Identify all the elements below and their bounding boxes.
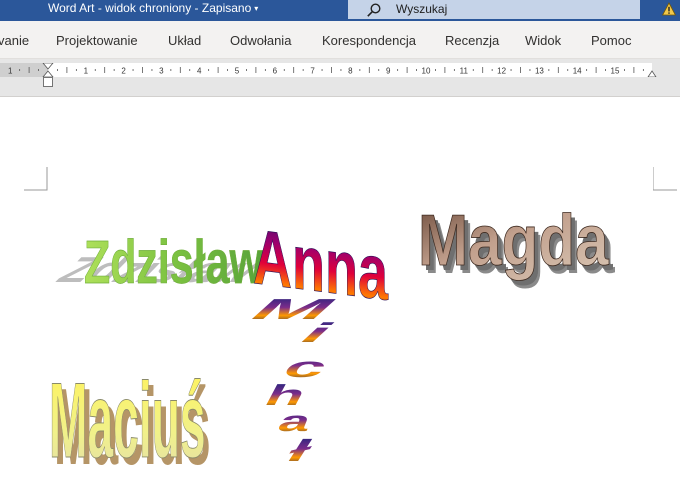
tab-pomoc[interactable]: Pomoc bbox=[591, 33, 631, 48]
document-name: Word Art bbox=[48, 1, 95, 15]
ruler-label: 6 bbox=[273, 67, 278, 76]
ribbon-tabs: vanie Projektowanie Układ Odwołania Kore… bbox=[0, 21, 680, 59]
search-placeholder: Wyszukaj bbox=[396, 2, 448, 16]
title-bar: Word Art - widok chroniony - Zapisano ▾ W… bbox=[0, 0, 680, 21]
horizontal-ruler[interactable]: 1 1 2 3 4 5 6 7 8 9 10 11 12 13 14 15 bbox=[0, 63, 658, 77]
ruler-label: 8 bbox=[348, 67, 353, 76]
ruler-label: 5 bbox=[235, 67, 240, 76]
tab-recenzja[interactable]: Recenzja bbox=[445, 33, 499, 48]
warning-icon[interactable] bbox=[662, 2, 676, 16]
chevron-down-icon[interactable]: ▾ bbox=[254, 4, 258, 13]
ruler-label: 13 bbox=[535, 67, 544, 76]
left-indent-icon[interactable] bbox=[43, 77, 53, 87]
wordart-michal[interactable]: M i c h a ł bbox=[239, 293, 349, 468]
tab-widok[interactable]: Widok bbox=[525, 33, 561, 48]
ruler-label: 11 bbox=[460, 67, 469, 76]
wordart-michal-letter: c bbox=[276, 351, 336, 384]
document-page[interactable]: Zdzisław Zdzisław Anna Magda Magda Magda… bbox=[0, 97, 680, 502]
ruler-label: 14 bbox=[573, 67, 582, 76]
tab-wstawianie[interactable]: vanie bbox=[0, 33, 29, 48]
tab-odwolania[interactable]: Odwołania bbox=[230, 33, 291, 48]
wordart-canvas: Zdzisław Zdzisław Anna Magda Magda Magda… bbox=[46, 200, 615, 487]
wordart-macius[interactable]: Maciuś bbox=[49, 362, 206, 481]
ruler-label: 9 bbox=[386, 67, 391, 76]
ruler-label: 1 bbox=[8, 67, 13, 76]
search-icon bbox=[367, 3, 381, 17]
view-mode: widok chroniony bbox=[105, 1, 192, 15]
save-status: Zapisano bbox=[201, 1, 252, 15]
wordart-magda[interactable]: Magda bbox=[418, 200, 610, 282]
tab-uklad[interactable]: Układ bbox=[168, 33, 201, 48]
ruler-label: 1 bbox=[84, 67, 89, 76]
tab-projektowanie[interactable]: Projektowanie bbox=[56, 33, 138, 48]
window-title[interactable]: Word Art - widok chroniony - Zapisano ▾ bbox=[48, 1, 258, 15]
wordart-michal-letter: ł bbox=[280, 433, 321, 467]
tab-korespondencja[interactable]: Korespondencja bbox=[322, 33, 416, 48]
ruler-area: 1 1 2 3 4 5 6 7 8 9 10 11 12 13 14 15 bbox=[0, 59, 680, 97]
ruler-label: 2 bbox=[121, 67, 126, 76]
ruler-label: 7 bbox=[310, 67, 315, 76]
ruler-label: 12 bbox=[497, 67, 506, 76]
wordart-zdzislaw[interactable]: Zdzisław bbox=[84, 228, 264, 297]
ruler-label: 10 bbox=[422, 67, 431, 76]
ruler-label: 15 bbox=[611, 67, 620, 76]
ruler-label: 3 bbox=[159, 67, 164, 76]
ruler-label: 4 bbox=[197, 67, 202, 76]
search-box[interactable]: Wyszukaj bbox=[348, 0, 640, 19]
